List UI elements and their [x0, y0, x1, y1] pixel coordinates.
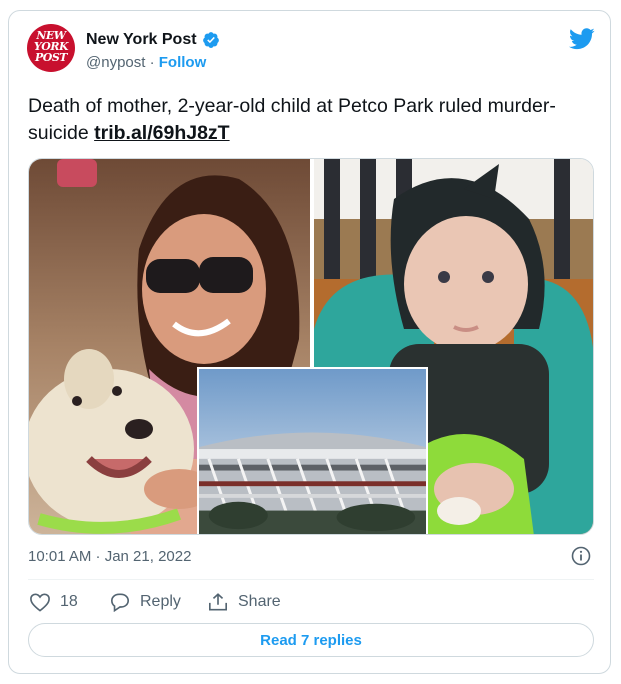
read-replies-button[interactable]: Read 7 replies [28, 623, 594, 657]
share-button[interactable]: Share [207, 591, 281, 613]
reply-icon [110, 593, 130, 612]
media-grid[interactable] [28, 158, 594, 535]
divider [28, 579, 594, 580]
like-button[interactable]: 18 [29, 591, 78, 613]
reply-button[interactable]: Reply [109, 591, 181, 613]
nypost-logo: NEW YORK POST [27, 30, 75, 63]
twitter-bird-icon[interactable] [569, 28, 595, 50]
tweet-text: Death of mother, 2-year-old child at Pet… [28, 93, 598, 147]
timestamp[interactable]: 10:01 AM · Jan 21, 2022 [28, 548, 191, 565]
follow-button[interactable]: Follow [159, 54, 207, 71]
reply-label: Reply [140, 593, 181, 610]
separator: · [149, 54, 155, 71]
account-name[interactable]: New York Post [86, 31, 197, 49]
info-icon[interactable] [571, 546, 591, 566]
share-icon [209, 593, 227, 611]
logo-line-3: POST [35, 51, 67, 64]
verified-badge-icon [203, 32, 219, 48]
heart-icon [30, 593, 50, 612]
tweet-link[interactable]: trib.al/69hJ8zT [94, 122, 229, 144]
account-handle[interactable]: @nypost [86, 54, 145, 71]
like-count: 18 [60, 593, 78, 610]
share-label: Share [238, 593, 281, 610]
tweet-card: NEW YORK POST New York Post @nypost · Fo… [8, 10, 611, 674]
handle-row: @nypost · Follow [86, 54, 206, 71]
avatar[interactable]: NEW YORK POST [27, 24, 75, 72]
stadium-photo[interactable] [197, 367, 428, 535]
